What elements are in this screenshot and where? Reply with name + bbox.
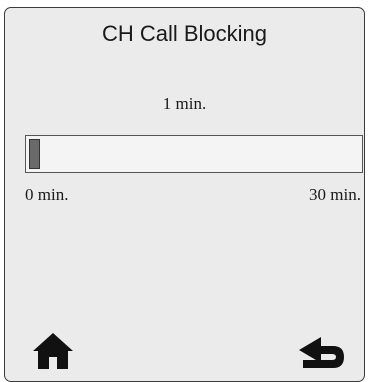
slider-fill xyxy=(29,139,41,169)
home-icon xyxy=(33,333,73,369)
duration-slider[interactable] xyxy=(25,135,363,173)
home-button[interactable] xyxy=(31,331,75,371)
page-title: CH Call Blocking xyxy=(101,21,268,46)
slider-max-label: 30 min. xyxy=(309,185,361,204)
back-button[interactable] xyxy=(295,334,347,374)
slider-min-label: 0 min. xyxy=(25,185,69,204)
return-arrow-icon xyxy=(299,337,344,368)
call-blocking-screen: CH Call Blocking 1 min. 0 min. 30 min. xyxy=(4,7,365,382)
current-duration-value: 1 min. xyxy=(162,94,207,113)
